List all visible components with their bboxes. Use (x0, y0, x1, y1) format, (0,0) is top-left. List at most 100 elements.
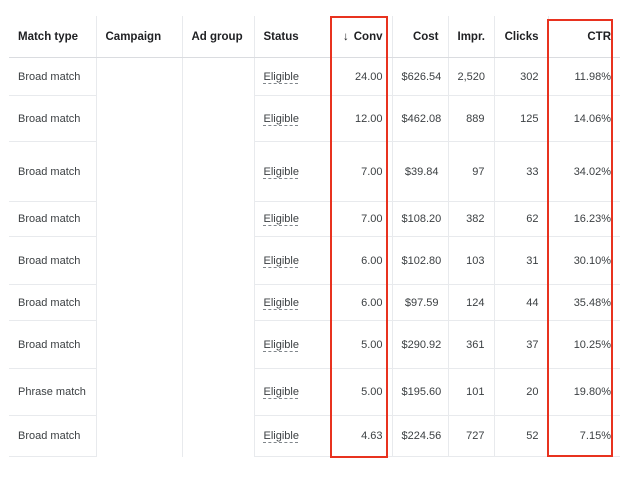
cell-campaign (96, 415, 183, 457)
cell-ctr: 30.10% (548, 236, 620, 285)
col-header-match-type[interactable]: Match type (9, 16, 97, 58)
cell-cost: $108.20 (392, 201, 449, 237)
col-header-cost[interactable]: Cost (392, 16, 449, 58)
status-link[interactable]: Eligible (264, 430, 299, 442)
cell-ad-group (182, 236, 255, 285)
table-row: Phrase match Eligible 5.00 $195.60 101 2… (9, 368, 620, 416)
cell-campaign (96, 141, 183, 202)
cell-status: Eligible (254, 415, 331, 457)
keywords-table: Match type Campaign Ad group Status ↓ Con… (9, 16, 620, 457)
cell-match-type: Broad match (9, 236, 97, 285)
cell-campaign (96, 95, 183, 142)
cell-campaign (96, 320, 183, 369)
cell-cost: $462.08 (392, 95, 449, 142)
table-row: Broad match Eligible 7.00 $108.20 382 62… (9, 201, 620, 237)
cell-match-type: Broad match (9, 201, 97, 237)
cell-cost: $39.84 (392, 141, 449, 202)
cell-clicks: 44 (494, 284, 549, 321)
cell-campaign (96, 368, 183, 416)
cell-status: Eligible (254, 57, 331, 96)
cell-impr: 382 (448, 201, 495, 237)
cell-ctr: 11.98% (548, 57, 620, 96)
cell-clicks: 302 (494, 57, 549, 96)
cell-clicks: 20 (494, 368, 549, 416)
cell-ad-group (182, 284, 255, 321)
cell-cost: $195.60 (392, 368, 449, 416)
arrow-down-icon: ↓ (343, 30, 349, 43)
cell-campaign (96, 284, 183, 321)
table-row: Broad match Eligible 24.00 $626.54 2,520… (9, 57, 620, 96)
cell-conv: 7.00 (330, 141, 393, 202)
header-row: Match type Campaign Ad group Status ↓ Con… (9, 16, 620, 58)
cell-status: Eligible (254, 368, 331, 416)
cell-impr: 101 (448, 368, 495, 416)
cell-ctr: 34.02% (548, 141, 620, 202)
cell-campaign (96, 236, 183, 285)
cell-ad-group (182, 201, 255, 237)
cell-ctr: 35.48% (548, 284, 620, 321)
col-header-campaign[interactable]: Campaign (96, 16, 183, 58)
cell-conv: 5.00 (330, 368, 393, 416)
col-header-clicks[interactable]: Clicks (494, 16, 549, 58)
col-header-ad-group[interactable]: Ad group (182, 16, 255, 58)
cell-impr: 361 (448, 320, 495, 369)
cell-impr: 727 (448, 415, 495, 457)
status-link[interactable]: Eligible (264, 71, 299, 83)
cell-ad-group (182, 141, 255, 202)
status-link[interactable]: Eligible (264, 339, 299, 351)
cell-campaign (96, 57, 183, 96)
cell-impr: 889 (448, 95, 495, 142)
cell-match-type: Broad match (9, 415, 97, 457)
table-row: Broad match Eligible 6.00 $97.59 124 44 … (9, 284, 620, 321)
status-link[interactable]: Eligible (264, 213, 299, 225)
table-row: Broad match Eligible 4.63 $224.56 727 52… (9, 415, 620, 457)
cell-status: Eligible (254, 141, 331, 202)
cell-conv: 7.00 (330, 201, 393, 237)
cell-conv: 12.00 (330, 95, 393, 142)
cell-match-type: Broad match (9, 284, 97, 321)
cell-status: Eligible (254, 201, 331, 237)
cell-status: Eligible (254, 236, 331, 285)
cell-ctr: 7.15% (548, 415, 620, 457)
cell-conv: 24.00 (330, 57, 393, 96)
cell-conv: 6.00 (330, 236, 393, 285)
status-link[interactable]: Eligible (264, 166, 299, 178)
cell-clicks: 37 (494, 320, 549, 369)
cell-status: Eligible (254, 95, 331, 142)
status-link[interactable]: Eligible (264, 297, 299, 309)
cell-impr: 124 (448, 284, 495, 321)
cell-cost: $97.59 (392, 284, 449, 321)
cell-clicks: 31 (494, 236, 549, 285)
cell-cost: $626.54 (392, 57, 449, 96)
cell-ad-group (182, 57, 255, 96)
status-link[interactable]: Eligible (264, 113, 299, 125)
cell-clicks: 125 (494, 95, 549, 142)
cell-ad-group (182, 368, 255, 416)
cell-clicks: 52 (494, 415, 549, 457)
cell-ctr: 14.06% (548, 95, 620, 142)
cell-status: Eligible (254, 320, 331, 369)
cell-match-type: Phrase match (9, 368, 97, 416)
col-header-conv[interactable]: ↓ Conv (330, 16, 393, 58)
cell-match-type: Broad match (9, 320, 97, 369)
cell-ad-group (182, 415, 255, 457)
cell-conv: 6.00 (330, 284, 393, 321)
cell-ctr: 19.80% (548, 368, 620, 416)
cell-ad-group (182, 320, 255, 369)
table-row: Broad match Eligible 5.00 $290.92 361 37… (9, 320, 620, 369)
col-header-impr[interactable]: Impr. (448, 16, 495, 58)
cell-conv: 5.00 (330, 320, 393, 369)
cell-conv: 4.63 (330, 415, 393, 457)
col-header-status[interactable]: Status (254, 16, 331, 58)
col-header-ctr[interactable]: CTR (548, 16, 620, 58)
cell-campaign (96, 201, 183, 237)
cell-ctr: 10.25% (548, 320, 620, 369)
status-link[interactable]: Eligible (264, 255, 299, 267)
cell-cost: $102.80 (392, 236, 449, 285)
cell-cost: $290.92 (392, 320, 449, 369)
status-link[interactable]: Eligible (264, 386, 299, 398)
cell-ad-group (182, 95, 255, 142)
cell-match-type: Broad match (9, 57, 97, 96)
cell-status: Eligible (254, 284, 331, 321)
table-row: Broad match Eligible 7.00 $39.84 97 33 3… (9, 141, 620, 202)
